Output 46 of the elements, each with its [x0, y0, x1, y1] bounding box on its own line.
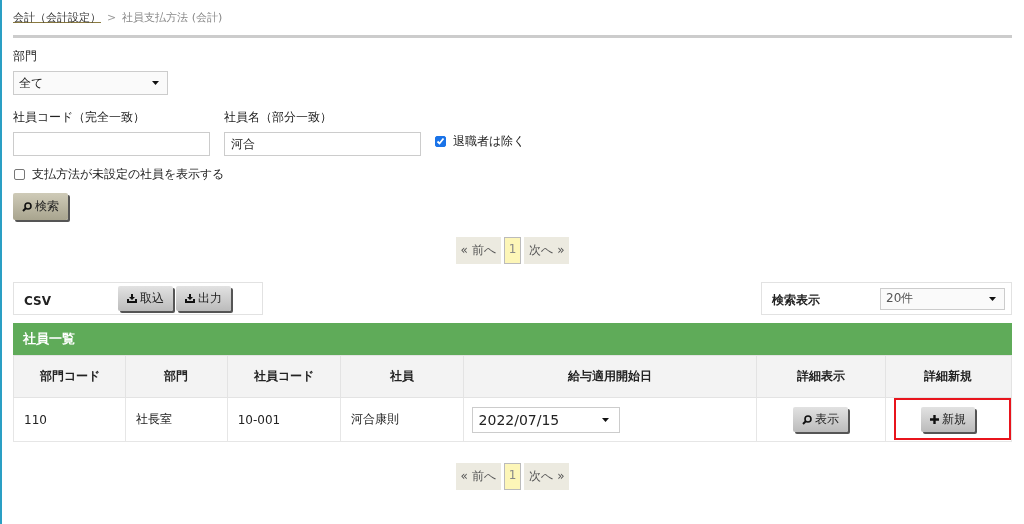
field-label: 社員名（部分一致）: [224, 109, 333, 126]
breadcrumb-current: 社員支払方法 (会計): [122, 10, 223, 25]
checkbox[interactable]: [435, 136, 446, 147]
csv-button[interactable]: 出力: [175, 286, 231, 311]
display-label: 検索表示: [772, 292, 820, 309]
breadcrumb-separator: >: [107, 11, 117, 24]
column-header: 部門コード: [13, 355, 126, 398]
pagination-link[interactable]: 次へ »: [524, 463, 570, 490]
column-header: 詳細表示: [756, 355, 886, 398]
breadcrumb-link[interactable]: 会計（会計設定）: [13, 10, 101, 25]
caret-icon: [601, 417, 609, 422]
caret-icon: [989, 296, 996, 301]
table-cell: 河合康則: [340, 397, 464, 442]
table-title: 社員一覧: [13, 323, 1012, 355]
search-button[interactable]: 検索: [13, 193, 68, 220]
employee-name-field[interactable]: 河合: [224, 132, 421, 156]
download-icon: [126, 294, 137, 303]
search-icon: [22, 201, 32, 212]
checkbox-label: 退職者は除く: [453, 133, 525, 150]
column-header: 社員コード: [227, 355, 341, 398]
display-count-select[interactable]: 20件: [880, 287, 1005, 310]
csv-label: CSV: [24, 293, 51, 308]
column-header: 部門: [125, 355, 228, 398]
department-select[interactable]: 全て: [13, 71, 168, 95]
checkbox-label: 支払方法が未設定の社員を表示する: [32, 166, 224, 183]
table-cell: 110: [13, 397, 126, 442]
plus-icon: [930, 415, 940, 424]
pagination-link[interactable]: « 前へ: [455, 463, 501, 490]
field-label: 部門: [13, 48, 38, 65]
employee-code-field[interactable]: [13, 132, 210, 156]
pagination-link[interactable]: 次へ »: [524, 237, 570, 264]
csv-button[interactable]: 取込: [117, 286, 173, 311]
caret-icon: [152, 81, 159, 85]
column-header: 社員: [340, 355, 464, 398]
search-icon: [802, 414, 813, 425]
new-button[interactable]: 新規: [921, 407, 976, 432]
table-cell: 社長室: [125, 397, 228, 442]
field-label: 社員コード（完全一致）: [13, 109, 146, 126]
start-date-select[interactable]: 2022/07/15: [471, 406, 620, 433]
download-icon: [184, 294, 195, 303]
pagination-link[interactable]: « 前へ: [455, 237, 501, 264]
view-button[interactable]: 表示: [793, 407, 849, 432]
table-cell: 10-001: [227, 397, 341, 442]
column-header: 給与適用開始日: [463, 355, 757, 398]
column-header: 詳細新規: [885, 355, 1012, 398]
checkbox[interactable]: [14, 169, 25, 180]
